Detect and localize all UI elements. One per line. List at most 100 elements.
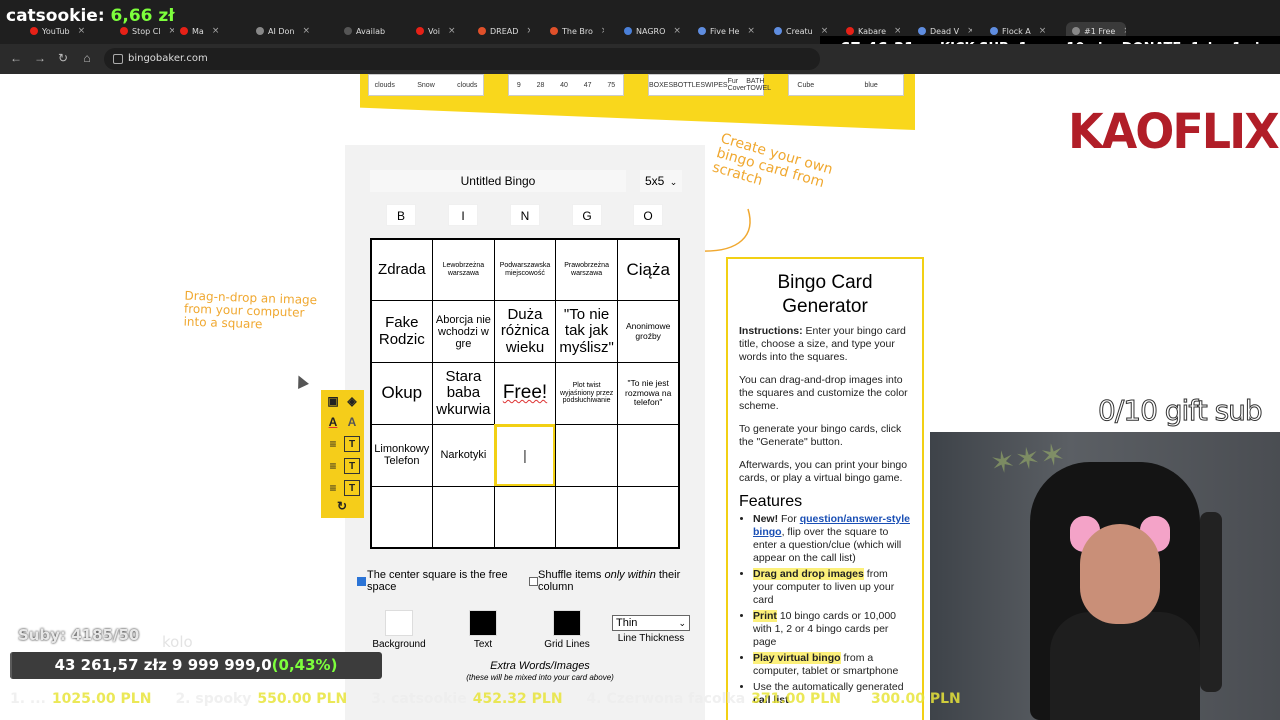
align-top-icon[interactable]: ≡ [325,436,341,452]
bingo-cell[interactable] [555,423,618,487]
bingo-cell[interactable]: "To nie jest rozmowa na telefon" [616,362,680,425]
grid-color-swatch[interactable] [553,610,581,636]
bingo-cell[interactable] [555,485,618,549]
text-color-swatch[interactable] [469,610,497,636]
bingo-cell-text: Fake Rodzic [378,314,425,348]
bingo-cell[interactable] [370,485,434,549]
free-space-cell[interactable]: Free! [493,362,557,425]
bingo-cell[interactable]: Limonkowy Telefon [370,423,434,487]
align-bottom-icon[interactable]: ≡ [325,480,341,496]
tab-close-icon[interactable]: × [448,26,456,36]
browser-tab[interactable]: DREAD × [478,22,530,40]
url-text: bingobaker.com [128,53,208,64]
ticker-item: 3. catsookie 452.32 PLN [371,691,562,707]
tab-label: DREAD [490,26,519,36]
tab-close-icon[interactable]: × [673,26,680,36]
bingo-cell[interactable]: Prawobrzeżna warszawa [555,238,618,302]
template-card[interactable]: Cube blue [788,74,904,96]
browser-tab[interactable]: Five He × [698,22,754,40]
paint-bucket-icon[interactable]: ◈ [344,393,360,409]
tab-close-icon[interactable]: × [747,26,754,36]
column-letter-g[interactable]: G [572,204,602,226]
bingo-cell[interactable]: Fake Rodzic [370,300,434,364]
align-middle-icon[interactable]: ≡ [325,458,341,474]
bingo-cell[interactable]: Plot twist wyjaśniony przez podsłuchiwan… [555,362,618,425]
background-color-swatch[interactable] [385,610,413,636]
bingo-cell[interactable]: Ciąża [616,238,680,302]
browser-tab[interactable]: Voi × [416,22,460,40]
line-thickness-select[interactable]: Thin ⌄ [612,615,690,631]
reload-icon[interactable]: ↻ [55,50,71,66]
column-letter-n[interactable]: N [510,204,540,226]
url-field[interactable]: bingobaker.com [104,48,820,70]
browser-tab[interactable]: The Bro × [550,22,604,40]
tab-favicon-icon [990,27,998,35]
bingo-cell-text: "To nie tak jak myślisz" [559,305,614,356]
tab-close-icon[interactable]: × [78,26,86,36]
font-size-bottom-icon[interactable]: T [344,480,360,496]
shuffle-checkbox[interactable] [529,577,538,586]
info-paragraph-2: You can drag-and-drop images into the sq… [739,374,908,412]
bingo-title-input[interactable] [370,170,626,192]
tab-close-icon[interactable]: × [169,26,174,36]
feature-highlight: Drag and drop images [753,568,864,580]
browser-tab[interactable]: Availab× [344,22,392,40]
home-icon[interactable]: ⌂ [79,50,95,66]
tab-label: AI Don [268,26,295,36]
browser-tab[interactable]: AI Don × [256,22,316,40]
tab-close-icon[interactable]: × [601,26,604,36]
tab-label: Flock A [1002,26,1031,36]
column-letter-o[interactable]: O [633,204,663,226]
tab-close-icon[interactable]: × [212,26,220,36]
gift-sub-counter: 0/10 gift sub [1098,394,1264,428]
template-card-item: Snow [417,81,435,89]
tab-close-icon[interactable]: × [1123,26,1126,36]
tab-close-icon[interactable]: × [894,26,900,36]
tab-close-icon[interactable]: × [1039,26,1046,36]
text-color-icon[interactable]: A [325,414,341,430]
ticker-item: 4. Czerwona facolka 371.00 PLN [587,691,841,707]
bingo-cell[interactable]: Narkotyki [432,423,495,487]
center-free-checkbox[interactable] [357,577,366,586]
text-outline-icon[interactable]: A [344,414,360,430]
template-card[interactable]: clouds Snow clouds [368,74,484,96]
bingo-cell[interactable]: Anonimowe groźby [616,300,680,364]
bingo-cell-text: Free! [502,382,548,404]
bingo-cell[interactable]: Okup [370,362,434,425]
browser-tab[interactable]: NAGRO × [624,22,680,40]
image-icon[interactable]: ▣ [325,393,341,409]
bingo-cell[interactable]: Stara baba wkurwia [432,362,495,425]
template-card[interactable]: BOXES BOTTLES WIPES Fur Cover BATH TOWEL [648,74,771,96]
bingo-cell[interactable]: Lewobrzeżna warszawa [432,238,495,302]
font-size-middle-icon[interactable]: T [344,458,360,474]
template-card[interactable]: 9 28 40 47 75 [508,74,624,96]
size-select[interactable]: 5x5 ⌄ [640,170,682,192]
tab-label: Voi [428,26,440,36]
bingo-cell[interactable] [493,485,557,549]
tab-favicon-icon [120,27,128,35]
bingo-cell[interactable]: Duża różnica wieku [493,300,557,364]
site-info-icon[interactable] [113,54,123,64]
tab-close-icon[interactable]: × [967,26,972,36]
column-letter-i[interactable]: I [448,204,478,226]
refresh-icon[interactable]: ↻ [334,498,350,514]
bingo-cell[interactable]: "To nie tak jak myślisz" [555,300,618,364]
bingo-cell[interactable]: Zdrada [370,238,434,302]
tab-close-icon[interactable]: × [526,26,530,36]
browser-tab[interactable]: Ma × [180,22,232,40]
bingo-cell[interactable]: | [493,423,557,487]
tab-label: Stop Cl [132,26,161,36]
back-icon[interactable]: ← [8,50,24,66]
forward-icon[interactable]: → [32,50,48,66]
bingo-cell[interactable] [616,423,680,487]
column-letter-b[interactable]: B [386,204,416,226]
bingo-cell[interactable] [616,485,680,549]
bingo-cell-text: Limonkowy Telefon [374,443,430,468]
bingo-cell[interactable]: Podwarszawska miejscowość [493,238,557,302]
tab-close-icon[interactable]: × [821,26,828,36]
bingo-cell[interactable] [432,485,495,549]
bingo-cell[interactable]: Aborcja nie wchodzi w gre [432,300,495,364]
tab-close-icon[interactable]: × [303,26,311,36]
font-size-top-icon[interactable]: T [344,436,360,452]
grid-lines-label: Grid Lines [544,639,590,650]
